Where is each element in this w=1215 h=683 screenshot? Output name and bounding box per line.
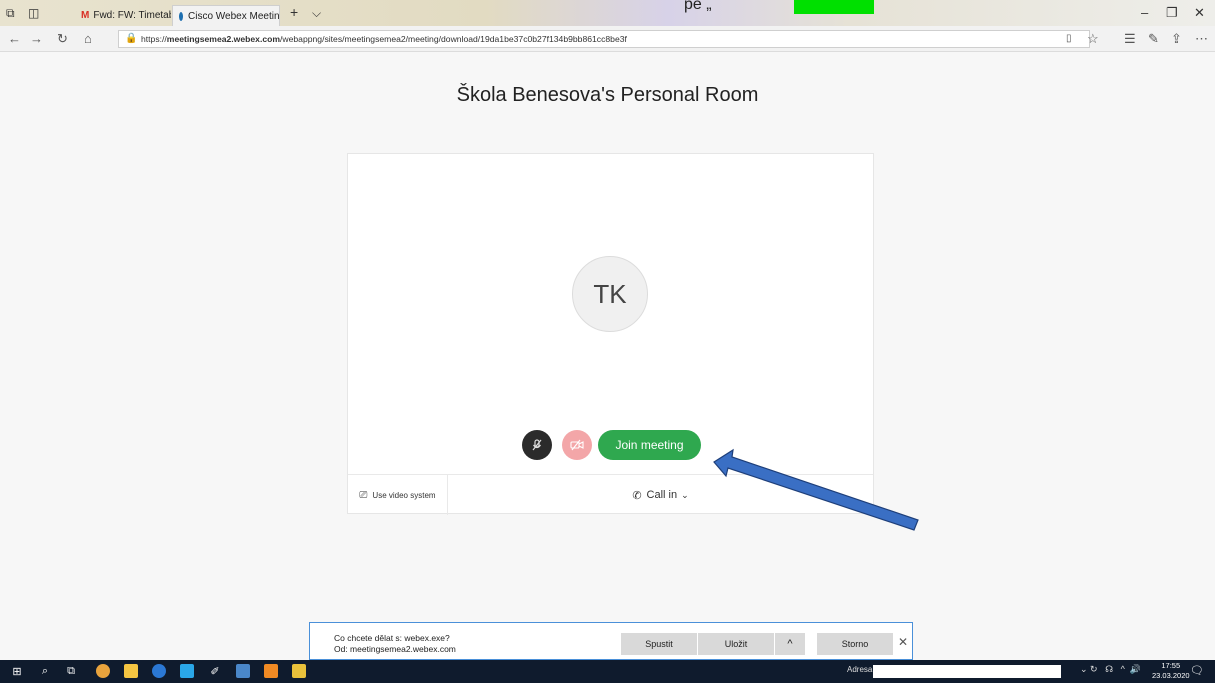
- cast-icon: ⎚: [359, 489, 368, 501]
- favorite-star-icon[interactable]: ☆: [1087, 31, 1099, 47]
- save-button[interactable]: Uložit: [698, 633, 774, 655]
- download-source: Od: meetingsemea2.webex.com: [334, 644, 456, 654]
- new-tab-icon[interactable]: +: [290, 4, 298, 20]
- video-toggle-button[interactable]: [562, 430, 592, 460]
- download-question: Co chcete dělat s: webex.exe?: [334, 633, 450, 643]
- lock-icon: 🔒: [125, 33, 138, 44]
- minimize-icon[interactable]: –: [1141, 5, 1148, 20]
- chevron-down-icon: ⌄: [681, 489, 689, 500]
- favorites-list-icon[interactable]: ☰: [1124, 31, 1136, 47]
- reading-view-icon[interactable]: ▯: [1066, 33, 1072, 44]
- tab-list-chevron-icon[interactable]: ⌵: [312, 6, 321, 21]
- set-aside-tabs-icon[interactable]: ◫: [28, 6, 39, 20]
- url-prefix: https://: [141, 34, 167, 44]
- page-title: Škola Benesova's Personal Room: [456, 84, 759, 106]
- tab-preview-icon[interactable]: ⧉: [6, 6, 15, 21]
- taskbar-address-label: Adresa: [847, 665, 873, 674]
- call-in-label: Call in: [646, 489, 678, 501]
- close-window-icon[interactable]: ✕: [1194, 5, 1205, 21]
- url-domain: meetingsemea2.webex.com: [166, 34, 281, 44]
- annotation-arrow: [713, 448, 919, 531]
- gmail-icon: M: [81, 10, 90, 21]
- tab-webex[interactable]: Cisco Webex Meetings ' ✕: [172, 5, 280, 26]
- store-icon[interactable]: [124, 664, 138, 678]
- download-prompt: Co chcete dělat s: webex.exe? Od: meetin…: [309, 622, 913, 660]
- webex-icon: [179, 11, 183, 21]
- use-video-system-button[interactable]: ⎚ Use video system: [348, 475, 448, 515]
- address-bar: ← → ↻ ⌂ 🔒 https://meetingsemea2.webex.co…: [0, 26, 1215, 52]
- file-explorer-icon[interactable]: [292, 664, 306, 678]
- calendar-app-icon[interactable]: [236, 664, 250, 678]
- join-meeting-button[interactable]: Join meeting: [598, 430, 701, 460]
- refresh-icon[interactable]: ↻: [57, 31, 68, 47]
- url-input[interactable]: 🔒 https://meetingsemea2.webex.com/webapp…: [118, 30, 1090, 48]
- game-app-icon[interactable]: [264, 664, 278, 678]
- share-icon[interactable]: ⇪: [1171, 31, 1182, 47]
- forward-icon[interactable]: →: [30, 31, 43, 46]
- taskbar-address-input[interactable]: [873, 665, 1061, 678]
- back-icon[interactable]: ←: [8, 31, 21, 46]
- edge-icon[interactable]: [152, 664, 166, 678]
- tab-label: Fwd: FW: Timetable - tobias: [93, 10, 171, 21]
- task-view-icon[interactable]: ⧉: [64, 664, 78, 678]
- home-icon[interactable]: ⌂: [84, 31, 92, 46]
- url-path: /webappng/sites/meetingsemea2/meeting/do…: [280, 34, 627, 44]
- overlay-text: pe „: [684, 0, 712, 13]
- pen-app-icon[interactable]: ✐: [208, 664, 222, 678]
- clock[interactable]: 17:55 23.03.2020: [1152, 661, 1190, 681]
- avatar: TK: [572, 256, 648, 332]
- save-options-chevron-icon[interactable]: ^: [775, 633, 805, 655]
- close-icon[interactable]: ✕: [898, 635, 908, 649]
- restore-icon[interactable]: ❐: [1166, 5, 1178, 21]
- microphone-muted-icon: [532, 439, 542, 451]
- camera-off-icon: [570, 439, 584, 451]
- search-icon[interactable]: ⌕: [38, 664, 52, 678]
- notifications-icon[interactable]: 🗨: [1190, 664, 1204, 677]
- taskbar: ⊞ ⌕ ⧉ ✐ Adresa ⌄ ↻ ☊ ^ 🔊 17:55 23.03.202…: [0, 660, 1215, 683]
- system-tray[interactable]: ⌄ ↻ ☊ ^ 🔊: [1080, 664, 1141, 675]
- use-video-system-label: Use video system: [372, 490, 436, 500]
- tab-gmail[interactable]: M Fwd: FW: Timetable - tobias: [75, 5, 171, 26]
- clock-date: 23.03.2020: [1152, 671, 1190, 680]
- run-button[interactable]: Spustit: [621, 633, 697, 655]
- windows-start-icon[interactable]: ⊞: [10, 664, 24, 678]
- app-icon[interactable]: [180, 664, 194, 678]
- chrome-icon[interactable]: [96, 664, 110, 678]
- tab-bar: ⧉ ◫ M Fwd: FW: Timetable - tobias Cisco …: [0, 0, 1215, 26]
- more-icon[interactable]: ⋯: [1195, 31, 1208, 47]
- clock-time: 17:55: [1161, 661, 1181, 670]
- tab-label: Cisco Webex Meetings ': [188, 10, 280, 22]
- pen-icon[interactable]: ✎: [1148, 31, 1159, 47]
- cancel-button[interactable]: Storno: [817, 633, 893, 655]
- highlight-overlay: [794, 0, 874, 14]
- mute-button[interactable]: [522, 430, 552, 460]
- phone-icon: ✆: [632, 489, 642, 502]
